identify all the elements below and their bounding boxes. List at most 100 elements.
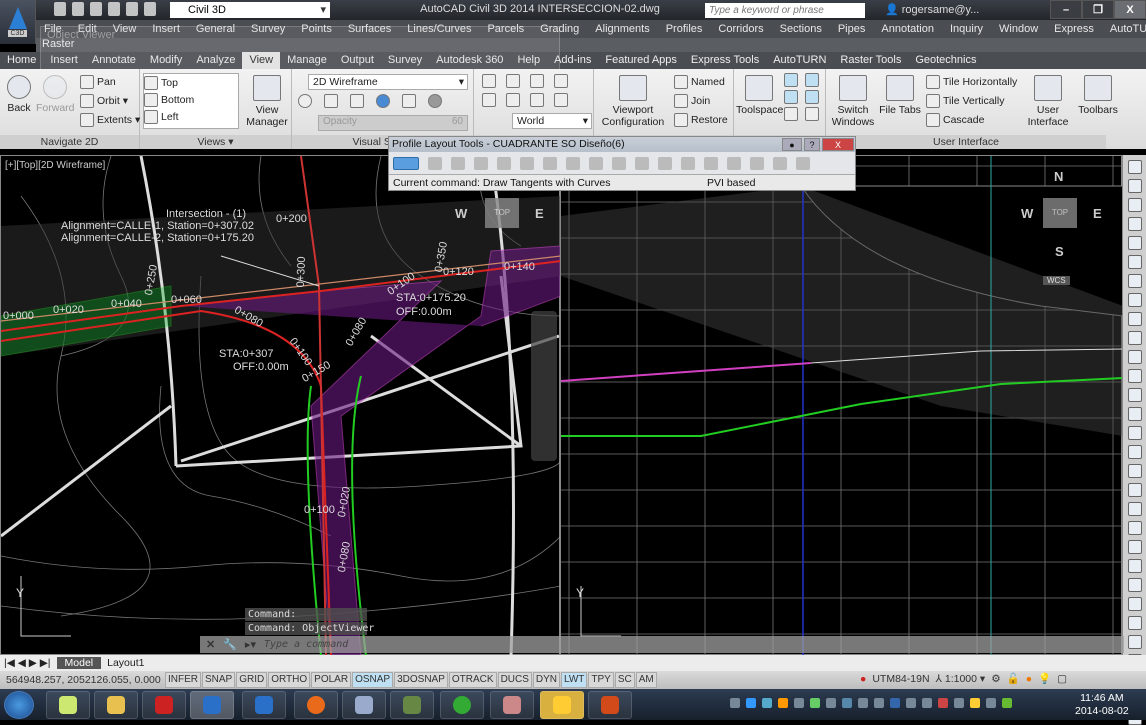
tab-raster-tools[interactable]: Raster Tools xyxy=(833,52,908,69)
profile-viewport[interactable]: Y N W E S TOP WCS xyxy=(560,155,1123,656)
toggle-infer[interactable]: INFER xyxy=(165,672,201,688)
profile-layout-tools-toolbar[interactable]: Profile Layout Tools - CUADRANTE SO Dise… xyxy=(388,136,856,191)
join-button[interactable]: Join xyxy=(674,94,710,108)
named-button[interactable]: Named xyxy=(674,75,725,89)
toggle-lwt[interactable]: LWT xyxy=(561,672,588,688)
tab-autoturn[interactable]: AutoTURN xyxy=(766,52,833,69)
help-button[interactable]: ? xyxy=(804,138,820,151)
hardware-icon[interactable]: ● xyxy=(1026,673,1032,685)
workspace-dropdown[interactable]: Civil 3D xyxy=(170,2,330,18)
opacity-slider[interactable]: Opacity 60 xyxy=(318,115,468,131)
taskbar-app[interactable] xyxy=(390,691,434,719)
file-tabs-button[interactable]: File Tabs xyxy=(878,75,922,116)
redo-icon[interactable] xyxy=(144,2,156,16)
ucs-z-icon[interactable] xyxy=(554,93,568,107)
tile-vertically-button[interactable]: Tile Vertically xyxy=(926,94,1004,108)
profile-tool-icon[interactable] xyxy=(1127,198,1142,212)
profile-tool-icon[interactable] xyxy=(1127,616,1142,630)
select-pvi-icon[interactable] xyxy=(658,156,672,170)
taskbar-civil3d[interactable] xyxy=(190,691,234,719)
view-manager-button[interactable]: View Manager xyxy=(244,75,290,128)
profile-tool-icon[interactable] xyxy=(1127,597,1142,611)
toggle-polar[interactable]: POLAR xyxy=(311,672,352,688)
compass-north[interactable]: N xyxy=(1054,169,1063,184)
viewport-label[interactable]: [+][Top][2D Wireframe] xyxy=(5,160,105,171)
new-icon[interactable] xyxy=(54,2,66,16)
taskbar-autocad-3d[interactable] xyxy=(142,691,186,719)
location-icon[interactable]: ● xyxy=(860,673,866,685)
taskbar-calculator[interactable] xyxy=(342,691,386,719)
edge-icon[interactable] xyxy=(324,94,338,108)
tab-model[interactable]: Model xyxy=(56,657,102,669)
viewcube-top[interactable]: TOP xyxy=(1043,198,1077,228)
ucs-view-icon[interactable] xyxy=(554,74,568,88)
navigation-bar[interactable] xyxy=(531,311,557,461)
lighting-icon[interactable] xyxy=(428,94,442,108)
profile-tool-icon[interactable] xyxy=(1127,274,1142,288)
toggle-otrack[interactable]: OTRACK xyxy=(448,672,497,688)
draw-tangents-dropdown[interactable] xyxy=(393,156,419,170)
workspace-gear-icon[interactable]: ⚙ xyxy=(991,673,1000,685)
delete-entity-icon[interactable] xyxy=(681,156,695,170)
profile-tool-icon[interactable] xyxy=(1127,160,1142,174)
toggle-3dosnap[interactable]: 3DOSNAP xyxy=(394,672,448,688)
profile-tool-icon[interactable] xyxy=(1127,369,1142,383)
annotation-scale[interactable]: ⅄ 1:1000 ▾ xyxy=(936,673,986,685)
profile-tool-icon[interactable] xyxy=(1127,312,1142,326)
compass-east[interactable]: E xyxy=(1093,206,1102,221)
copy-profile-icon[interactable] xyxy=(589,156,603,170)
x-ray-icon[interactable] xyxy=(402,94,416,108)
ucs-origin-icon[interactable] xyxy=(530,74,544,88)
wcs-menu[interactable]: WCS xyxy=(1043,276,1070,285)
close-button[interactable]: X xyxy=(1114,0,1146,19)
toggle-snap[interactable]: SNAP xyxy=(202,672,236,688)
view-left[interactable]: Left xyxy=(144,108,238,125)
survey-icon[interactable] xyxy=(784,90,798,104)
pan-button[interactable]: Pan xyxy=(80,75,116,89)
menu-annotation[interactable]: Annotation xyxy=(873,23,942,35)
prompt-icon[interactable]: ▸▾ xyxy=(245,638,256,651)
profile-tool-icon[interactable] xyxy=(1127,445,1142,459)
menu-alignments[interactable]: Alignments xyxy=(587,23,657,35)
grid-view-icon[interactable] xyxy=(704,156,718,170)
command-input[interactable]: Type a command xyxy=(264,639,348,650)
application-menu-button[interactable]: C3D xyxy=(0,0,36,44)
profile-tool-icon[interactable] xyxy=(1127,578,1142,592)
open-icon[interactable] xyxy=(72,2,84,16)
undo-icon[interactable] xyxy=(773,156,787,170)
wrench-icon[interactable]: 🔧 xyxy=(223,638,237,651)
toggle-dyn[interactable]: DYN xyxy=(532,672,561,688)
start-button[interactable] xyxy=(4,691,34,719)
tab-layout1[interactable]: Layout1 xyxy=(107,657,144,669)
insert-pvi-icon[interactable] xyxy=(428,156,442,170)
grade-icon[interactable] xyxy=(635,156,649,170)
profile-tool-icon[interactable] xyxy=(1127,217,1142,231)
profile-tool-icon[interactable] xyxy=(1127,426,1142,440)
viewcube-top[interactable]: TOP xyxy=(485,198,519,228)
coordinate-system[interactable]: UTM84-19N xyxy=(872,673,929,685)
best-fit-icon[interactable] xyxy=(543,156,557,170)
taskbar-chrome[interactable] xyxy=(440,691,484,719)
user-interface-button[interactable]: User Interface xyxy=(1024,75,1072,128)
tab-geotechnics[interactable]: Geotechnics xyxy=(908,52,983,69)
view-bottom[interactable]: Bottom xyxy=(144,91,238,108)
toggle-sc[interactable]: SC xyxy=(614,672,635,688)
extents-button[interactable]: Extents ▾ xyxy=(80,113,140,127)
tab-home[interactable]: Home xyxy=(0,52,43,69)
visual-style-dropdown[interactable]: 2D Wireframe xyxy=(308,74,468,90)
save-icon[interactable] xyxy=(90,2,102,16)
profile-tool-icon[interactable] xyxy=(1127,350,1142,364)
toggle-ducs[interactable]: DUCS xyxy=(497,672,532,688)
viewport-configuration-button[interactable]: Viewport Configuration xyxy=(598,75,668,128)
pvi-table-icon[interactable] xyxy=(612,156,626,170)
toggle-ortho[interactable]: ORTHO xyxy=(268,672,311,688)
cascade-button[interactable]: Cascade xyxy=(926,113,984,127)
redo-icon[interactable] xyxy=(796,156,810,170)
move-pvi-icon[interactable] xyxy=(474,156,488,170)
color-icon[interactable] xyxy=(350,94,364,108)
taskbar-sticky-notes[interactable] xyxy=(46,691,90,719)
restore-button[interactable]: Restore xyxy=(674,113,728,127)
profile-tool-icon[interactable] xyxy=(1127,388,1142,402)
taskbar-powerpoint[interactable] xyxy=(588,691,632,719)
plan-viewport[interactable]: [+][Top][2D Wireframe] Intersection - (1… xyxy=(0,155,561,656)
